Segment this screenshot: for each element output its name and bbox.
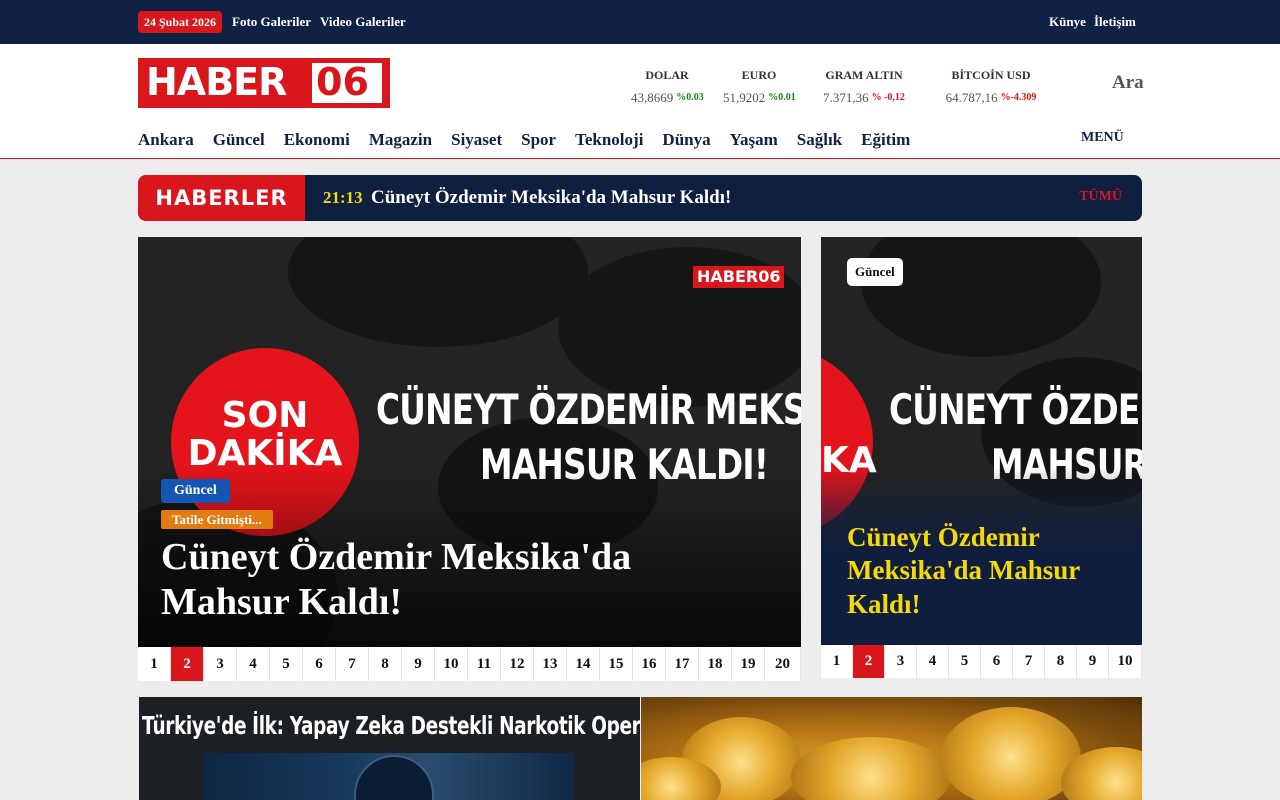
- photo-galleries-link[interactable]: Foto Galeriler: [232, 14, 311, 30]
- imprint-link[interactable]: Künye: [1049, 14, 1086, 30]
- all-news-link[interactable]: TÜMÜ: [1079, 189, 1122, 205]
- side-headline[interactable]: Cüneyt Özdemir Meksika'da Mahsur Kaldı!: [847, 521, 1127, 621]
- breaking-news-time: 21:13: [323, 188, 363, 207]
- ticker-change: %-4.309: [1000, 92, 1037, 103]
- ticker-name: BİTCOİN USD: [951, 68, 1031, 82]
- news-card-narcotics[interactable]: Türkiye'de İlk: Yapay Zeka Destekli Nark…: [139, 697, 640, 800]
- main-headline[interactable]: Cüneyt Özdemir Meksika'da Mahsur Kaldı!: [161, 535, 761, 625]
- side-slider-pagination: 1 2 3 4 5 6 7 8 9 10: [821, 645, 1142, 678]
- ticker-value: 43,8669: [631, 90, 674, 105]
- nav-item-magazin[interactable]: Magazin: [369, 130, 432, 150]
- side-category-badge[interactable]: Güncel: [847, 258, 903, 286]
- card-image-text: Türkiye'de İlk: Yapay Zeka Destekli Nark…: [141, 711, 640, 740]
- page-button[interactable]: 11: [468, 647, 501, 681]
- ticker-value: 51,9202: [723, 90, 766, 105]
- page-button[interactable]: 3: [885, 645, 917, 678]
- map-shape: [288, 237, 588, 347]
- page-button[interactable]: 14: [567, 647, 600, 681]
- gold-image-shape: [941, 707, 1081, 800]
- main-nav: Ankara Güncel Ekonomi Magazin Siyaset Sp…: [138, 130, 929, 150]
- nav-item-spor[interactable]: Spor: [521, 130, 556, 150]
- image-headline-line1: CÜNEYT ÖZDEMİR MEKSİKA’DA: [889, 385, 1142, 434]
- page-button-active[interactable]: 2: [171, 647, 204, 681]
- nav-item-ankara[interactable]: Ankara: [138, 130, 194, 150]
- ticker-euro[interactable]: EURO 51,9202 %0.01: [723, 68, 796, 107]
- page-button[interactable]: 19: [732, 647, 765, 681]
- contact-link[interactable]: İletişim: [1094, 14, 1136, 30]
- date-badge: 24 Şubat 2026: [138, 11, 223, 33]
- main-slider-pagination: 1 2 3 4 5 6 7 8 9 10 11 12 13 14 15 16 1…: [138, 647, 801, 681]
- video-galleries-link[interactable]: Video Galeriler: [320, 14, 406, 30]
- page-button[interactable]: 18: [699, 647, 732, 681]
- page-button[interactable]: 20: [765, 647, 801, 681]
- page-button[interactable]: 12: [501, 647, 534, 681]
- ticker-name: GRAM ALTIN: [825, 68, 903, 82]
- page-button[interactable]: 3: [204, 647, 237, 681]
- search-button[interactable]: Ara: [1112, 72, 1144, 94]
- ticker-value: 7.371,36: [823, 90, 869, 105]
- page-button[interactable]: 8: [369, 647, 402, 681]
- map-shape: [861, 237, 1101, 357]
- page-button[interactable]: 13: [534, 647, 567, 681]
- page-button[interactable]: 6: [981, 645, 1013, 678]
- breaking-news-headline[interactable]: Cüneyt Özdemir Meksika'da Mahsur Kaldı!: [371, 187, 731, 209]
- page-button[interactable]: 6: [303, 647, 336, 681]
- son-dakika-text: SON DAKİKA: [187, 395, 343, 474]
- ticker-dolar[interactable]: DOLAR 43,8669 %0.03: [631, 68, 704, 107]
- page-button[interactable]: 4: [917, 645, 949, 678]
- ticker-change: % -0,12: [871, 92, 905, 103]
- category-badge[interactable]: Güncel: [161, 479, 230, 503]
- site-logo[interactable]: HABER 06: [138, 58, 390, 108]
- page-button[interactable]: 17: [666, 647, 699, 681]
- page-button[interactable]: 9: [1077, 645, 1109, 678]
- nav-item-siyaset[interactable]: Siyaset: [451, 130, 502, 150]
- ticker-name: DOLAR: [645, 68, 689, 82]
- page-button[interactable]: 10: [435, 647, 468, 681]
- ticker-name: EURO: [741, 68, 777, 82]
- page-button[interactable]: 1: [821, 645, 853, 678]
- gold-image-shape: [791, 737, 951, 800]
- page-button[interactable]: 15: [600, 647, 633, 681]
- logo-text-haber: HABER: [146, 60, 287, 104]
- haber06-watermark: HABER06: [693, 266, 785, 288]
- news-card-gold[interactable]: [641, 697, 1142, 800]
- breaking-news-bar: HABERLER 21:13 Cüneyt Özdemir Meksika'da…: [138, 175, 1142, 221]
- page-button[interactable]: 7: [336, 647, 369, 681]
- ticker-change: %0.03: [676, 92, 704, 103]
- ticker-value: 64.787,16: [945, 90, 998, 105]
- nav-item-saglik[interactable]: Sağlık: [797, 130, 842, 150]
- page-button[interactable]: 1: [138, 647, 171, 681]
- nav-item-dunya[interactable]: Dünya: [662, 130, 710, 150]
- nav-item-teknoloji[interactable]: Teknoloji: [575, 130, 643, 150]
- image-headline-line1: CÜNEYT ÖZDEMİR MEKSİKA’DA: [376, 385, 801, 434]
- nav-item-guncel[interactable]: Güncel: [213, 130, 265, 150]
- page-button[interactable]: 16: [633, 647, 666, 681]
- page-button[interactable]: 9: [402, 647, 435, 681]
- menu-button[interactable]: MENÜ: [1081, 130, 1124, 146]
- page-button[interactable]: 5: [949, 645, 981, 678]
- ticker-gram-altin[interactable]: GRAM ALTIN 7.371,36% -0,12: [812, 68, 916, 107]
- tag-badge: Tatile Gitmişti...: [161, 510, 273, 529]
- page-button[interactable]: 4: [237, 647, 270, 681]
- page-button[interactable]: 10: [1109, 645, 1142, 678]
- side-slider[interactable]: KA CÜNEYT ÖZDEMİR MEKSİKA’DA MAHSUR KALD…: [821, 237, 1142, 645]
- page-button[interactable]: 8: [1045, 645, 1077, 678]
- nav-item-egitim[interactable]: Eğitim: [861, 130, 910, 150]
- nav-item-ekonomi[interactable]: Ekonomi: [284, 130, 350, 150]
- logo-text-06: 06: [316, 60, 369, 104]
- site-header: HABER 06 DOLAR 43,8669 %0.03 EURO 51,9202…: [0, 44, 1280, 159]
- nav-item-yasam[interactable]: Yaşam: [730, 130, 778, 150]
- page-button[interactable]: 7: [1013, 645, 1045, 678]
- page-button[interactable]: 5: [270, 647, 303, 681]
- top-bar: 24 Şubat 2026 Foto Galeriler Video Galer…: [0, 0, 1280, 44]
- ticker-change: %0.01: [768, 92, 796, 103]
- ticker-bitcoin[interactable]: BİTCOİN USD 64.787,16 %-4.309: [938, 68, 1044, 107]
- page-button-active[interactable]: 2: [853, 645, 885, 678]
- breaking-news-label: HABERLER: [138, 175, 305, 221]
